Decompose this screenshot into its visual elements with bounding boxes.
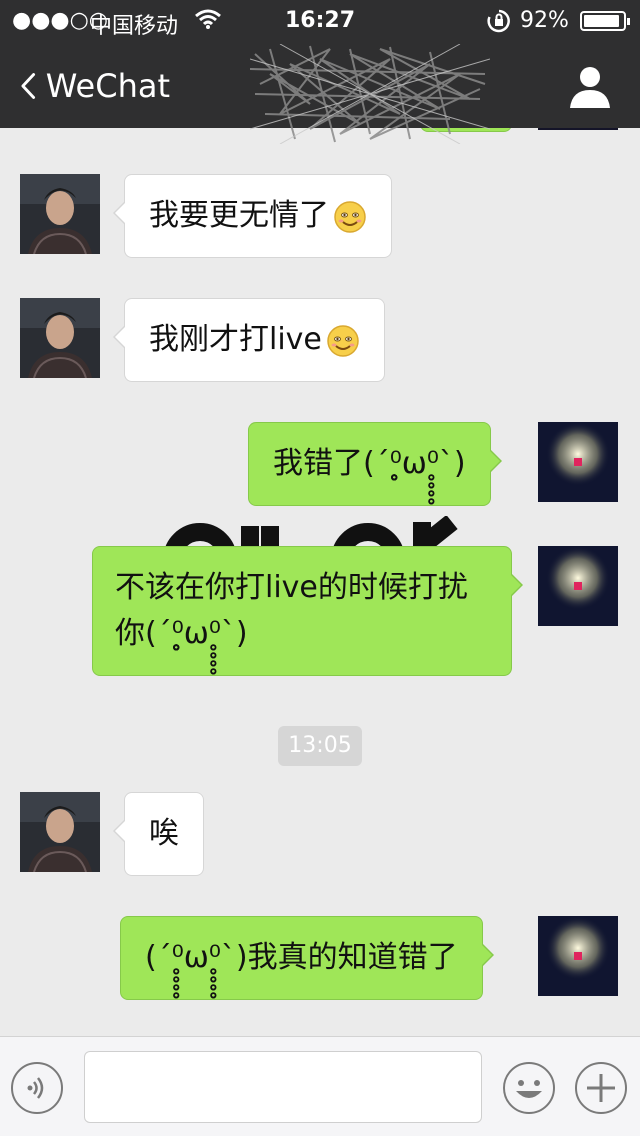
contact-avatar[interactable] — [20, 174, 100, 254]
battery-icon — [580, 11, 630, 31]
input-bar — [0, 1036, 640, 1136]
battery-fill — [584, 15, 619, 27]
redacted-title-scribble — [250, 44, 490, 144]
chevron-left-icon — [21, 73, 36, 99]
back-button[interactable]: WeChat — [20, 64, 170, 108]
my-avatar[interactable] — [538, 916, 618, 996]
my-avatar[interactable] — [538, 422, 618, 502]
message-text: 唉 — [149, 816, 179, 851]
battery-percent: 92% — [520, 8, 569, 33]
message-bubble-received[interactable]: 我刚才打live — [113, 298, 385, 382]
emoji-picker-icon[interactable] — [502, 1061, 556, 1115]
smile-emoji-icon — [334, 200, 366, 233]
message-text: 我刚才打live — [149, 322, 322, 357]
message-text: (´⁰̥̥̥̥ω⁰̥̥̥̥`)我真的知道错了 — [145, 940, 458, 975]
chat-header: WeChat — [0, 44, 640, 144]
smile-emoji-icon — [327, 324, 359, 357]
message-input[interactable] — [84, 1051, 482, 1123]
message-text-line: 你(´⁰̥̥̥̥ω⁰̥̥̥̥`) — [115, 616, 248, 651]
back-label: WeChat — [45, 67, 170, 105]
message-text: 我错了(´⁰̥̥̥̥ω⁰̥̥̥̥`) — [273, 446, 466, 481]
voice-input-icon[interactable] — [10, 1061, 64, 1115]
message-text: 我要更无情了 — [149, 198, 329, 233]
top-bar: ●●●○○ 中国移动 16:27 92% WeChat — [0, 0, 640, 144]
contact-avatar[interactable] — [20, 792, 100, 872]
status-bar: ●●●○○ 中国移动 16:27 92% — [0, 0, 640, 40]
contact-avatar[interactable] — [20, 298, 100, 378]
timestamp-pill: 13:05 — [278, 726, 362, 766]
profile-icon[interactable] — [566, 62, 614, 110]
message-bubble-sent[interactable]: 我错了(´⁰̥̥̥̥ω⁰̥̥̥̥`) — [248, 422, 502, 506]
partial-avatar — [538, 128, 618, 130]
rotation-lock-icon — [486, 8, 512, 40]
message-bubble-received[interactable]: 我要更无情了 — [113, 174, 392, 258]
message-text-line: 不该在你打live的时候打扰 — [115, 570, 468, 605]
more-options-icon[interactable] — [574, 1061, 628, 1115]
chat-area[interactable]: 我要更无情了 我刚才打live 我错了(´⁰̥̥̥̥ω⁰̥̥̥̥`) 不该在你打… — [0, 128, 640, 1036]
my-avatar[interactable] — [538, 546, 618, 626]
battery-nub — [627, 18, 630, 25]
message-bubble-sent[interactable]: (´⁰̥̥̥̥ω⁰̥̥̥̥`)我真的知道错了 — [120, 916, 494, 1000]
message-bubble-received[interactable]: 唉 — [113, 792, 204, 876]
message-bubble-sent[interactable]: 不该在你打live的时候打扰 你(´⁰̥̥̥̥ω⁰̥̥̥̥`) — [92, 546, 523, 676]
